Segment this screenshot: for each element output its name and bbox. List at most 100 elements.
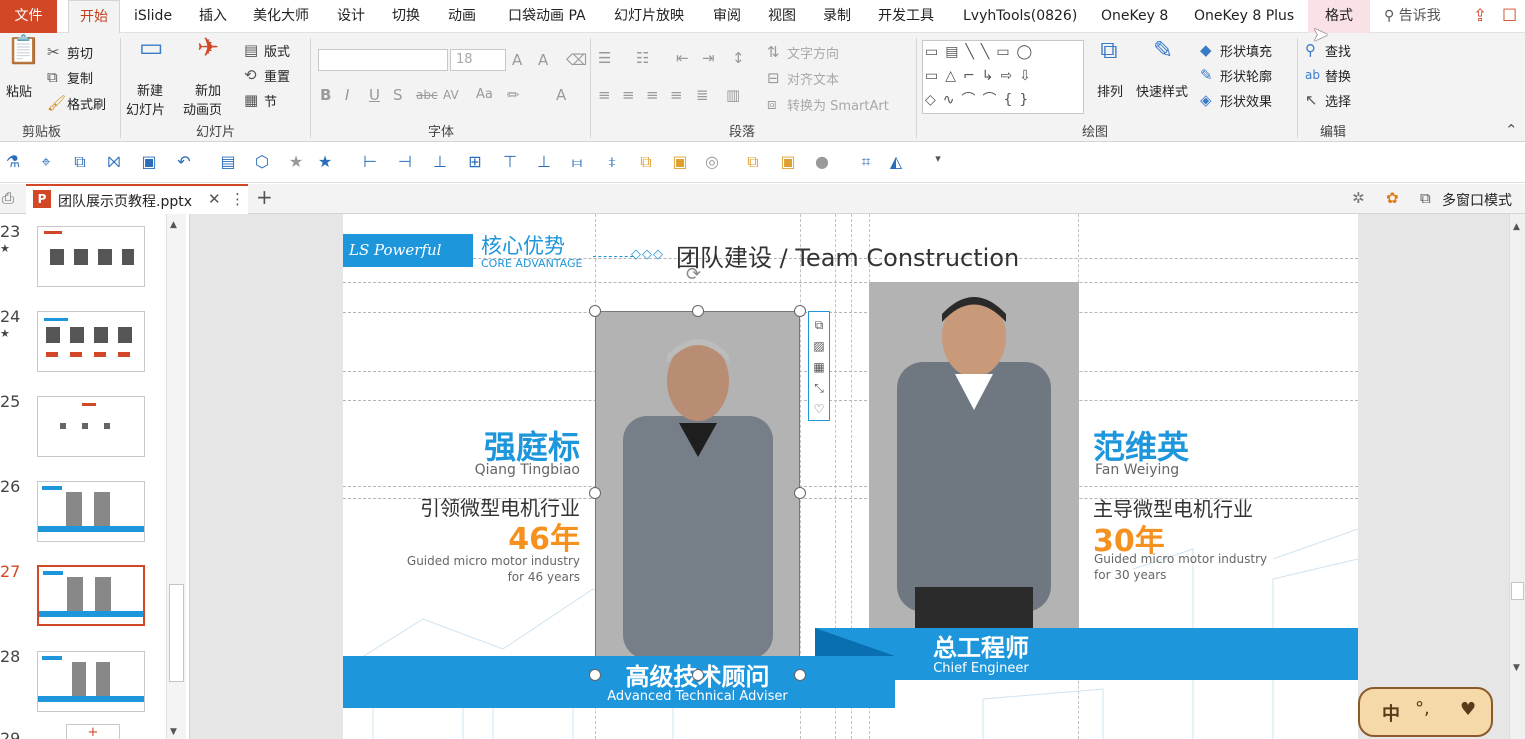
justify-icon[interactable]: ≡ bbox=[670, 86, 683, 104]
tab-meihua[interactable]: 美化大师 bbox=[253, 0, 309, 33]
bring-forward-icon[interactable]: ⧉ bbox=[743, 152, 763, 172]
tab-slideshow[interactable]: 幻灯片放映 bbox=[614, 0, 684, 33]
slide-thumbnail-selected[interactable] bbox=[37, 565, 145, 626]
arrange-button[interactable]: 排列 bbox=[1097, 81, 1123, 100]
slide-thumbnail[interactable] bbox=[37, 226, 145, 287]
ime-widget[interactable]: 中 °, ♥ bbox=[1358, 687, 1493, 737]
scroll-up-icon[interactable]: ▲ bbox=[1513, 222, 1520, 232]
align-center-icon[interactable]: ≡ bbox=[622, 86, 635, 104]
columns-icon[interactable]: ▥ bbox=[726, 86, 740, 104]
shrink-font-icon[interactable]: A bbox=[538, 51, 548, 69]
layout-button[interactable]: 版式 bbox=[264, 41, 290, 60]
align-top-icon[interactable]: ⊤ bbox=[500, 152, 520, 171]
shape-effects-icon[interactable]: ◈ bbox=[1200, 91, 1212, 109]
add-slide-icon[interactable]: + bbox=[66, 724, 120, 739]
shape-format-icon[interactable]: ◭ bbox=[886, 152, 906, 171]
shape-effects-button[interactable]: 形状效果 bbox=[1220, 91, 1272, 110]
send-backward-icon[interactable]: ▣ bbox=[778, 152, 798, 171]
arrange-icon[interactable]: ⧉ bbox=[1094, 38, 1124, 71]
convert-smartart-button[interactable]: 转换为 SmartArt bbox=[787, 95, 889, 114]
toolbar-icon-4[interactable]: ⨝ bbox=[104, 152, 124, 172]
toolbar-icon-3[interactable]: ⧉ bbox=[70, 152, 90, 172]
toolbar-icon-7[interactable]: ▤ bbox=[218, 152, 238, 171]
align-text-button[interactable]: 对齐文本 bbox=[787, 69, 839, 88]
person2-role-cn[interactable]: 总工程师 bbox=[899, 628, 1063, 663]
shape-fill-icon[interactable]: ◆ bbox=[1200, 41, 1212, 59]
collapse-ribbon-icon[interactable]: ⌃ bbox=[1505, 121, 1518, 139]
tab-lvyhtools[interactable]: LvyhTools(0826) bbox=[963, 0, 1077, 33]
image-icon[interactable]: ▨ bbox=[811, 337, 827, 355]
shape-fill-button[interactable]: 形状填充 bbox=[1220, 41, 1272, 60]
ime-language[interactable]: 中 bbox=[1382, 700, 1400, 726]
paste-icon[interactable]: 📋 bbox=[6, 36, 41, 75]
highlight-icon[interactable]: ✏ bbox=[507, 86, 520, 104]
bold-icon[interactable]: B bbox=[320, 86, 331, 104]
replace-icon[interactable]: ab bbox=[1305, 66, 1320, 84]
document-tab[interactable]: P 团队展示页教程.pptx ✕ ⋮ bbox=[26, 184, 248, 214]
star-filled-icon[interactable]: ★ bbox=[315, 152, 335, 171]
clear-format-icon[interactable]: ⌫ bbox=[566, 51, 587, 69]
align-bottom-icon[interactable]: ⊥ bbox=[534, 152, 554, 171]
change-case-icon[interactable]: Aa bbox=[476, 86, 493, 104]
scrollbar-thumb[interactable] bbox=[1511, 582, 1524, 600]
person1-name-en[interactable]: Qiang Tingbiao bbox=[413, 462, 580, 478]
replace-button[interactable]: 替换 bbox=[1325, 66, 1351, 85]
strikethrough-icon[interactable]: abc bbox=[416, 86, 438, 104]
portrait-fan-weiying[interactable] bbox=[869, 282, 1079, 628]
toolbar-icon-8[interactable]: ⬡ bbox=[252, 152, 272, 171]
toolbar-icon-1[interactable]: ⚗ bbox=[3, 152, 23, 171]
tab-animations[interactable]: 动画 bbox=[448, 0, 476, 33]
canvas-scrollbar[interactable]: ▲ ▼ bbox=[1509, 214, 1525, 739]
tab-developer[interactable]: 开发工具 bbox=[878, 0, 934, 33]
section-icon[interactable]: ▦ bbox=[244, 91, 258, 109]
ime-punctuation[interactable]: °, bbox=[1415, 698, 1430, 719]
format-painter-button[interactable]: 格式刷 bbox=[67, 94, 106, 113]
copy-button[interactable]: 复制 bbox=[67, 68, 93, 87]
distribute-v-icon[interactable]: ⧧ bbox=[602, 152, 622, 172]
tab-onekey8[interactable]: OneKey 8 bbox=[1101, 0, 1168, 33]
resize-handle[interactable] bbox=[794, 305, 806, 317]
new-slide-label-2[interactable]: 幻灯片 bbox=[126, 99, 165, 118]
resize-handle[interactable] bbox=[794, 669, 806, 681]
customize-toolbar-icon[interactable]: ▾ bbox=[928, 152, 948, 165]
toolbar-icon-2[interactable]: ⌖ bbox=[36, 152, 56, 172]
align-text-icon[interactable]: ⊟ bbox=[767, 69, 780, 87]
role-band-right[interactable] bbox=[815, 628, 1358, 680]
resize-handle[interactable] bbox=[794, 487, 806, 499]
scrollbar-thumb[interactable] bbox=[169, 584, 184, 682]
layout-options-icon[interactable]: ⧉ bbox=[811, 316, 827, 334]
select-icon[interactable]: ↖ bbox=[1305, 91, 1318, 109]
italic-icon[interactable]: I bbox=[345, 86, 349, 104]
scroll-up-icon[interactable]: ▲ bbox=[170, 220, 177, 230]
distribute-icon[interactable]: ≣ bbox=[696, 86, 709, 104]
undo-icon[interactable]: ↶ bbox=[174, 152, 194, 171]
scroll-down-icon[interactable]: ▼ bbox=[1513, 663, 1520, 673]
layout-icon[interactable]: ▤ bbox=[244, 41, 258, 59]
add-animation-page-icon[interactable]: ✈ bbox=[193, 35, 223, 73]
select-button[interactable]: 选择 bbox=[1325, 91, 1351, 110]
reset-button[interactable]: 重置 bbox=[264, 66, 290, 85]
align-middle-icon[interactable]: ⊞ bbox=[465, 152, 485, 171]
align-left-objects-icon[interactable]: ⊢ bbox=[360, 152, 380, 171]
tab-pocket-animation[interactable]: 口袋动画 PA bbox=[508, 0, 586, 33]
shape-outline-button[interactable]: 形状轮廓 bbox=[1220, 66, 1272, 85]
shadow-icon[interactable]: S bbox=[393, 86, 403, 104]
align-right-objects-icon[interactable]: ⊣ bbox=[395, 152, 415, 171]
slide-title[interactable]: 团队建设 / Team Construction bbox=[676, 238, 1019, 273]
quick-styles-icon[interactable]: ✎ bbox=[1148, 38, 1178, 71]
new-slide-icon[interactable]: ▭ bbox=[136, 35, 166, 73]
tab-onekey8plus[interactable]: OneKey 8 Plus bbox=[1194, 0, 1294, 33]
pin-icon[interactable]: ✲ bbox=[1352, 189, 1365, 207]
add-animation-label-2[interactable]: 动画页 bbox=[183, 99, 222, 118]
smartart-icon[interactable]: ⧈ bbox=[767, 95, 777, 113]
person2-name-en[interactable]: Fan Weiying bbox=[1095, 462, 1179, 478]
new-slide-label-1[interactable]: 新建 bbox=[137, 80, 163, 99]
multi-window-icon[interactable]: ⧉ bbox=[1420, 189, 1431, 207]
heart-icon[interactable]: ♥ bbox=[1460, 699, 1476, 720]
copy-icon[interactable]: ⧉ bbox=[47, 68, 58, 86]
resize-handle[interactable] bbox=[589, 305, 601, 317]
font-color-icon[interactable]: A bbox=[556, 86, 566, 104]
add-tab-icon[interactable]: + bbox=[256, 187, 273, 207]
slide-thumbnail[interactable] bbox=[37, 311, 145, 372]
scroll-down-icon[interactable]: ▼ bbox=[170, 727, 177, 737]
